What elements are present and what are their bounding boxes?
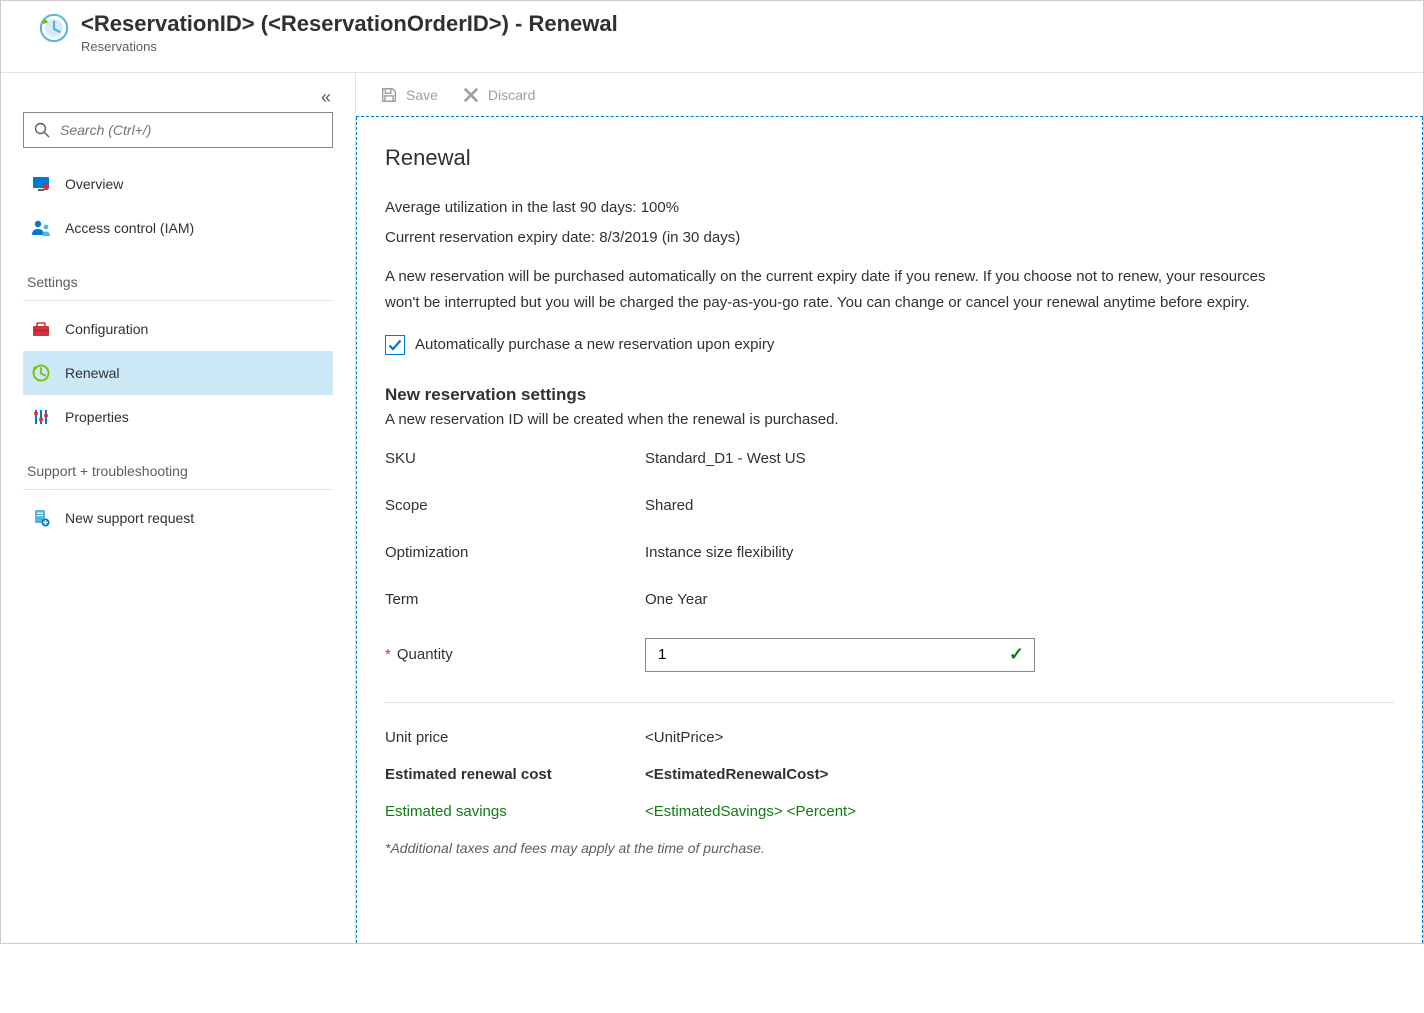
sidebar-section-settings: Settings [23, 250, 333, 301]
toolbar: Save Discard [356, 73, 1423, 117]
search-field[interactable] [58, 121, 322, 139]
sidebar-item-overview[interactable]: Overview [23, 162, 333, 206]
required-indicator: * [385, 646, 391, 663]
sidebar-item-properties[interactable]: Properties [23, 395, 333, 439]
page-header: <ReservationID> (<ReservationOrderID>) -… [1, 1, 1423, 73]
checkmark-icon [387, 337, 403, 353]
optimization-label: Optimization [385, 544, 645, 561]
quantity-field[interactable] [656, 645, 1009, 664]
sku-value: Standard_D1 - West US [645, 450, 806, 467]
scope-label: Scope [385, 497, 645, 514]
reservation-icon [39, 13, 69, 43]
search-icon [34, 122, 50, 138]
sidebar-item-label: Renewal [65, 365, 119, 381]
sidebar-item-access-control[interactable]: Access control (IAM) [23, 206, 333, 250]
auto-purchase-label: Automatically purchase a new reservation… [415, 336, 774, 353]
utilization-text: Average utilization in the last 90 days:… [385, 195, 1394, 221]
save-icon [380, 86, 398, 104]
content-heading: Renewal [385, 145, 1394, 171]
sidebar-item-label: Configuration [65, 321, 148, 337]
support-icon [31, 508, 51, 528]
save-label: Save [406, 87, 438, 103]
renewal-description: A new reservation will be purchased auto… [385, 264, 1285, 317]
sidebar-item-new-support-request[interactable]: New support request [23, 496, 333, 540]
collapse-sidebar-icon[interactable]: « [319, 87, 333, 108]
settings-heading: New reservation settings [385, 385, 1394, 405]
iam-icon [31, 218, 51, 238]
sidebar-item-label: Properties [65, 409, 129, 425]
toolbox-icon [31, 319, 51, 339]
settings-subtext: A new reservation ID will be created whe… [385, 411, 1394, 428]
estimated-savings-value: <EstimatedSavings> <Percent> [645, 803, 856, 820]
sliders-icon [31, 407, 51, 427]
sidebar-item-configuration[interactable]: Configuration [23, 307, 333, 351]
breadcrumb: Reservations [81, 39, 618, 54]
discard-label: Discard [488, 87, 535, 103]
term-value: One Year [645, 591, 708, 608]
sidebar-item-label: Access control (IAM) [65, 220, 194, 236]
quantity-input[interactable]: ✓ [645, 638, 1035, 672]
sidebar-item-renewal[interactable]: Renewal [23, 351, 333, 395]
unit-price-value: <UnitPrice> [645, 729, 723, 746]
search-input[interactable] [23, 112, 333, 148]
estimated-cost-value: <EstimatedRenewalCost> [645, 766, 828, 783]
term-label: Term [385, 591, 645, 608]
unit-price-label: Unit price [385, 729, 645, 746]
estimated-cost-label: Estimated renewal cost [385, 766, 645, 783]
sidebar-section-support: Support + troubleshooting [23, 439, 333, 490]
monitor-icon [31, 174, 51, 194]
renewal-icon [31, 363, 51, 383]
sidebar-item-label: Overview [65, 176, 123, 192]
auto-purchase-checkbox[interactable] [385, 335, 405, 355]
expiry-text: Current reservation expiry date: 8/3/201… [385, 225, 1394, 251]
page-title: <ReservationID> (<ReservationOrderID>) -… [81, 11, 618, 37]
sidebar-item-label: New support request [65, 510, 194, 526]
estimated-savings-label: Estimated savings [385, 803, 645, 820]
sidebar: « Overview Access control (IAM) Settings [1, 73, 356, 943]
pricing-footnote: *Additional taxes and fees may apply at … [385, 840, 1394, 856]
scope-value: Shared [645, 497, 693, 514]
sku-label: SKU [385, 450, 645, 467]
save-button[interactable]: Save [380, 86, 438, 104]
discard-icon [462, 86, 480, 104]
valid-check-icon: ✓ [1009, 644, 1024, 665]
optimization-value: Instance size flexibility [645, 544, 793, 561]
main-content: Save Discard Renewal Average utilization… [356, 73, 1423, 943]
divider [385, 702, 1394, 703]
quantity-label: * Quantity [385, 646, 645, 663]
discard-button[interactable]: Discard [462, 86, 535, 104]
